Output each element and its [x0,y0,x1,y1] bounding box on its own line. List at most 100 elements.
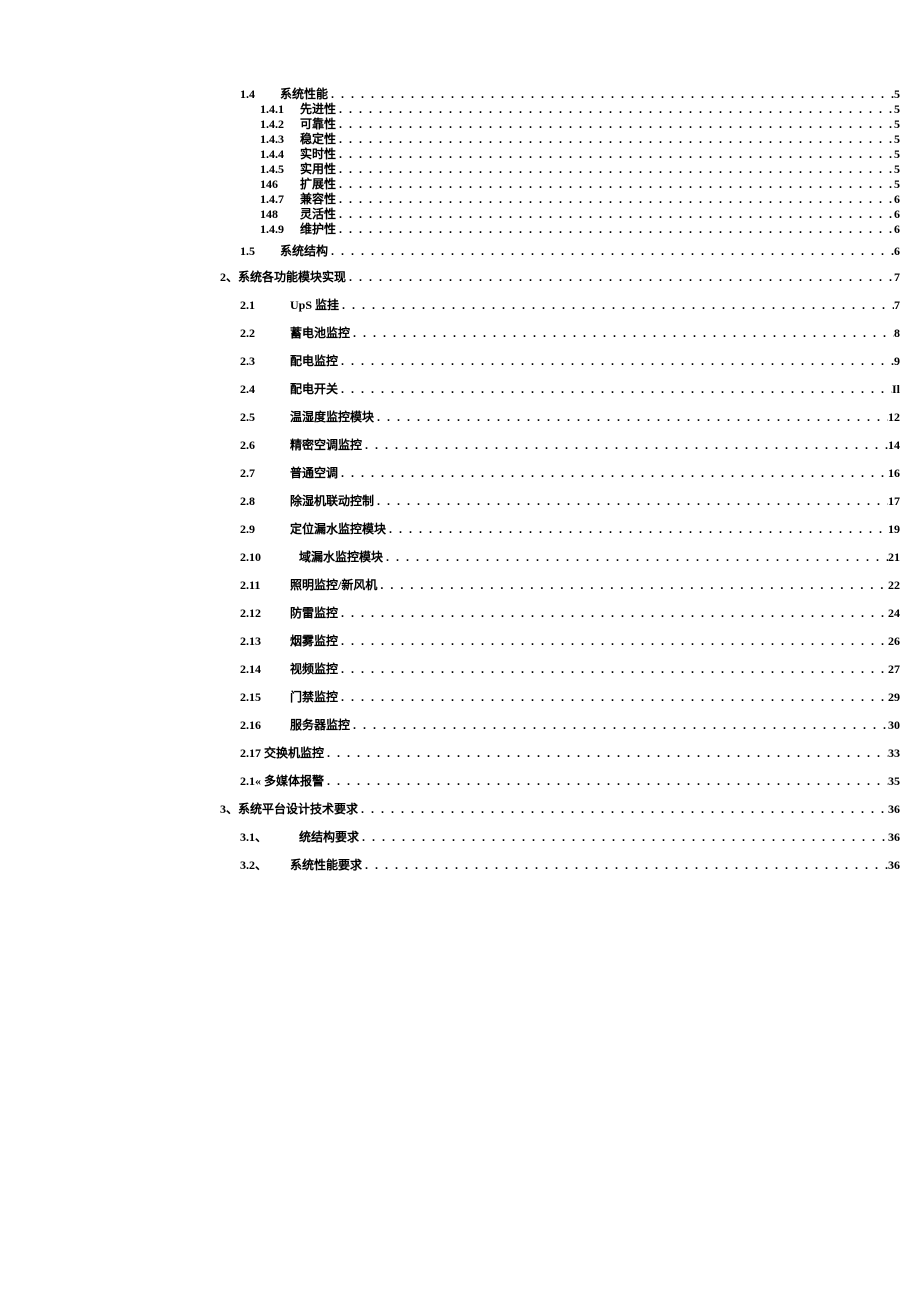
toc-entry: 2.10 域漏水监控模块 . . . . . . . . . . . . . .… [220,551,900,567]
dot-leader: . . . . . . . . . . . . . . . . . . . . … [341,607,888,619]
entry-title: 普通空调 [290,467,341,479]
entry-page: 8 [894,327,900,339]
entry-title: 视频监控 [290,663,341,675]
entry-page: 16 [888,467,900,479]
toc-entry: 2.5温湿度监控模块 . . . . . . . . . . . . . . .… [220,411,900,427]
entry-title: 系统性能要求 [290,859,365,871]
entry-number: 2.1 [240,299,290,311]
toc-entry: 2.8除湿机联动控制 . . . . . . . . . . . . . . .… [220,495,900,511]
entry-number: 1.4.9 [260,223,300,235]
dot-leader: . . . . . . . . . . . . . . . . . . . . … [341,635,888,647]
dot-leader: . . . . . . . . . . . . . . . . . . . . … [341,691,888,703]
entry-page: 12 [888,411,900,423]
toc-entry: 2.13烟雾监控 . . . . . . . . . . . . . . . .… [220,635,900,651]
toc-entry: 2.17 交换机监控 . . . . . . . . . . . . . . .… [220,747,900,763]
entry-number: 2.10 [240,551,290,563]
toc-entry: 2.11照明监控/新风机 . . . . . . . . . . . . . .… [220,579,900,595]
toc-entry: 1.4.4实时性 . . . . . . . . . . . . . . . .… [220,148,900,162]
entry-page: 5 [894,118,900,130]
dot-leader: . . . . . . . . . . . . . . . . . . . . … [386,551,888,563]
entry-page: 5 [894,133,900,145]
dot-leader: . . . . . . . . . . . . . . . . . . . . … [327,775,888,787]
toc-entry: 1.4.3稳定性 . . . . . . . . . . . . . . . .… [220,133,900,147]
toc-entry: 3.1、 统结构要求 . . . . . . . . . . . . . . .… [220,831,900,847]
entry-number: 2.4 [240,383,290,395]
entry-number: 3、 [220,803,238,815]
dot-leader: . . . . . . . . . . . . . . . . . . . . … [327,747,888,759]
entry-number: 2.3 [240,355,290,367]
entry-title: 蓄电池监控 [290,327,353,339]
toc-entry: 2.3配电监控 . . . . . . . . . . . . . . . . … [220,355,900,371]
toc-entry: 1.4.7兼容性 . . . . . . . . . . . . . . . .… [220,193,900,207]
entry-title: 系统各功能模块实现 [238,271,349,283]
dot-leader: . . . . . . . . . . . . . . . . . . . . … [341,355,894,367]
entry-title: 统结构要求 [290,831,362,843]
entry-page: 14 [888,439,900,451]
entry-page: 27 [888,663,900,675]
entry-title: 系统结构 [280,245,331,257]
dot-leader: . . . . . . . . . . . . . . . . . . . . … [331,88,894,100]
entry-title: 实时性 [300,148,339,160]
entry-number: 2.5 [240,411,290,423]
entry-number: 2.16 [240,719,290,731]
dot-leader: . . . . . . . . . . . . . . . . . . . . … [365,439,888,451]
dot-leader: . . . . . . . . . . . . . . . . . . . . … [339,133,894,145]
entry-page: 6 [894,193,900,205]
entry-title: 精密空调监控 [290,439,365,451]
entry-number: 2.8 [240,495,290,507]
entry-page: 7 [894,271,900,283]
entry-title: 可靠性 [300,118,339,130]
dot-leader: . . . . . . . . . . . . . . . . . . . . … [339,163,894,175]
dot-leader: . . . . . . . . . . . . . . . . . . . . … [353,719,888,731]
toc-entry: 2.1« 多媒体报警 . . . . . . . . . . . . . . .… [220,775,900,791]
entry-number: 1.4 [240,88,280,100]
dot-leader: . . . . . . . . . . . . . . . . . . . . … [331,245,894,257]
entry-page: 5 [894,88,900,100]
entry-page: 5 [894,103,900,115]
toc-entry: 2.1UpS 监挂 . . . . . . . . . . . . . . . … [220,299,900,315]
dot-leader: . . . . . . . . . . . . . . . . . . . . … [341,383,892,395]
entry-page: 35 [888,775,900,787]
entry-page: 21 [888,551,900,563]
toc-entry: 1.4.2可靠性 . . . . . . . . . . . . . . . .… [220,118,900,132]
toc-entry: 3.2、系统性能要求 . . . . . . . . . . . . . . .… [220,859,900,875]
entry-number: 2.13 [240,635,290,647]
entry-page: 24 [888,607,900,619]
entry-title: 稳定性 [300,133,339,145]
entry-page: 9 [894,355,900,367]
entry-title: 系统平台设计技术要求 [238,803,361,815]
entry-number: 3.1、 [240,831,290,843]
entry-number: 2.7 [240,467,290,479]
entry-number: 146 [260,178,300,190]
dot-leader: . . . . . . . . . . . . . . . . . . . . … [380,579,888,591]
entry-page: 5 [894,163,900,175]
entry-number: 1.4.7 [260,193,300,205]
dot-leader: . . . . . . . . . . . . . . . . . . . . … [349,271,894,283]
dot-leader: . . . . . . . . . . . . . . . . . . . . … [362,831,888,843]
dot-leader: . . . . . . . . . . . . . . . . . . . . … [377,495,888,507]
entry-page: 26 [888,635,900,647]
toc-entry: 2.14视频监控 . . . . . . . . . . . . . . . .… [220,663,900,679]
toc-entry: 146扩展性 . . . . . . . . . . . . . . . . .… [220,178,900,192]
entry-page: 29 [888,691,900,703]
entry-page: 33 [888,747,900,759]
entry-page: 5 [894,148,900,160]
entry-page: 6 [894,245,900,257]
entry-page: 36 [888,831,900,843]
dot-leader: . . . . . . . . . . . . . . . . . . . . … [365,859,888,871]
entry-title: 除湿机联动控制 [290,495,377,507]
entry-title: 配电开关 [290,383,341,395]
entry-title: UpS 监挂 [290,299,342,311]
entry-title: 交换机监控 [261,747,327,759]
entry-page: Il [892,383,900,395]
dot-leader: . . . . . . . . . . . . . . . . . . . . … [341,467,888,479]
entry-number: 2.1« [240,775,261,787]
dot-leader: . . . . . . . . . . . . . . . . . . . . … [339,223,894,235]
entry-title: 防雷监控 [290,607,341,619]
entry-title: 门禁监控 [290,691,341,703]
entry-number: 2.17 [240,747,261,759]
toc-entry: 2.6精密空调监控 . . . . . . . . . . . . . . . … [220,439,900,455]
dot-leader: . . . . . . . . . . . . . . . . . . . . … [342,299,894,311]
toc-entry: 1.4.9维护性 . . . . . . . . . . . . . . . .… [220,223,900,237]
toc-entry: 2.16服务器监控 . . . . . . . . . . . . . . . … [220,719,900,735]
